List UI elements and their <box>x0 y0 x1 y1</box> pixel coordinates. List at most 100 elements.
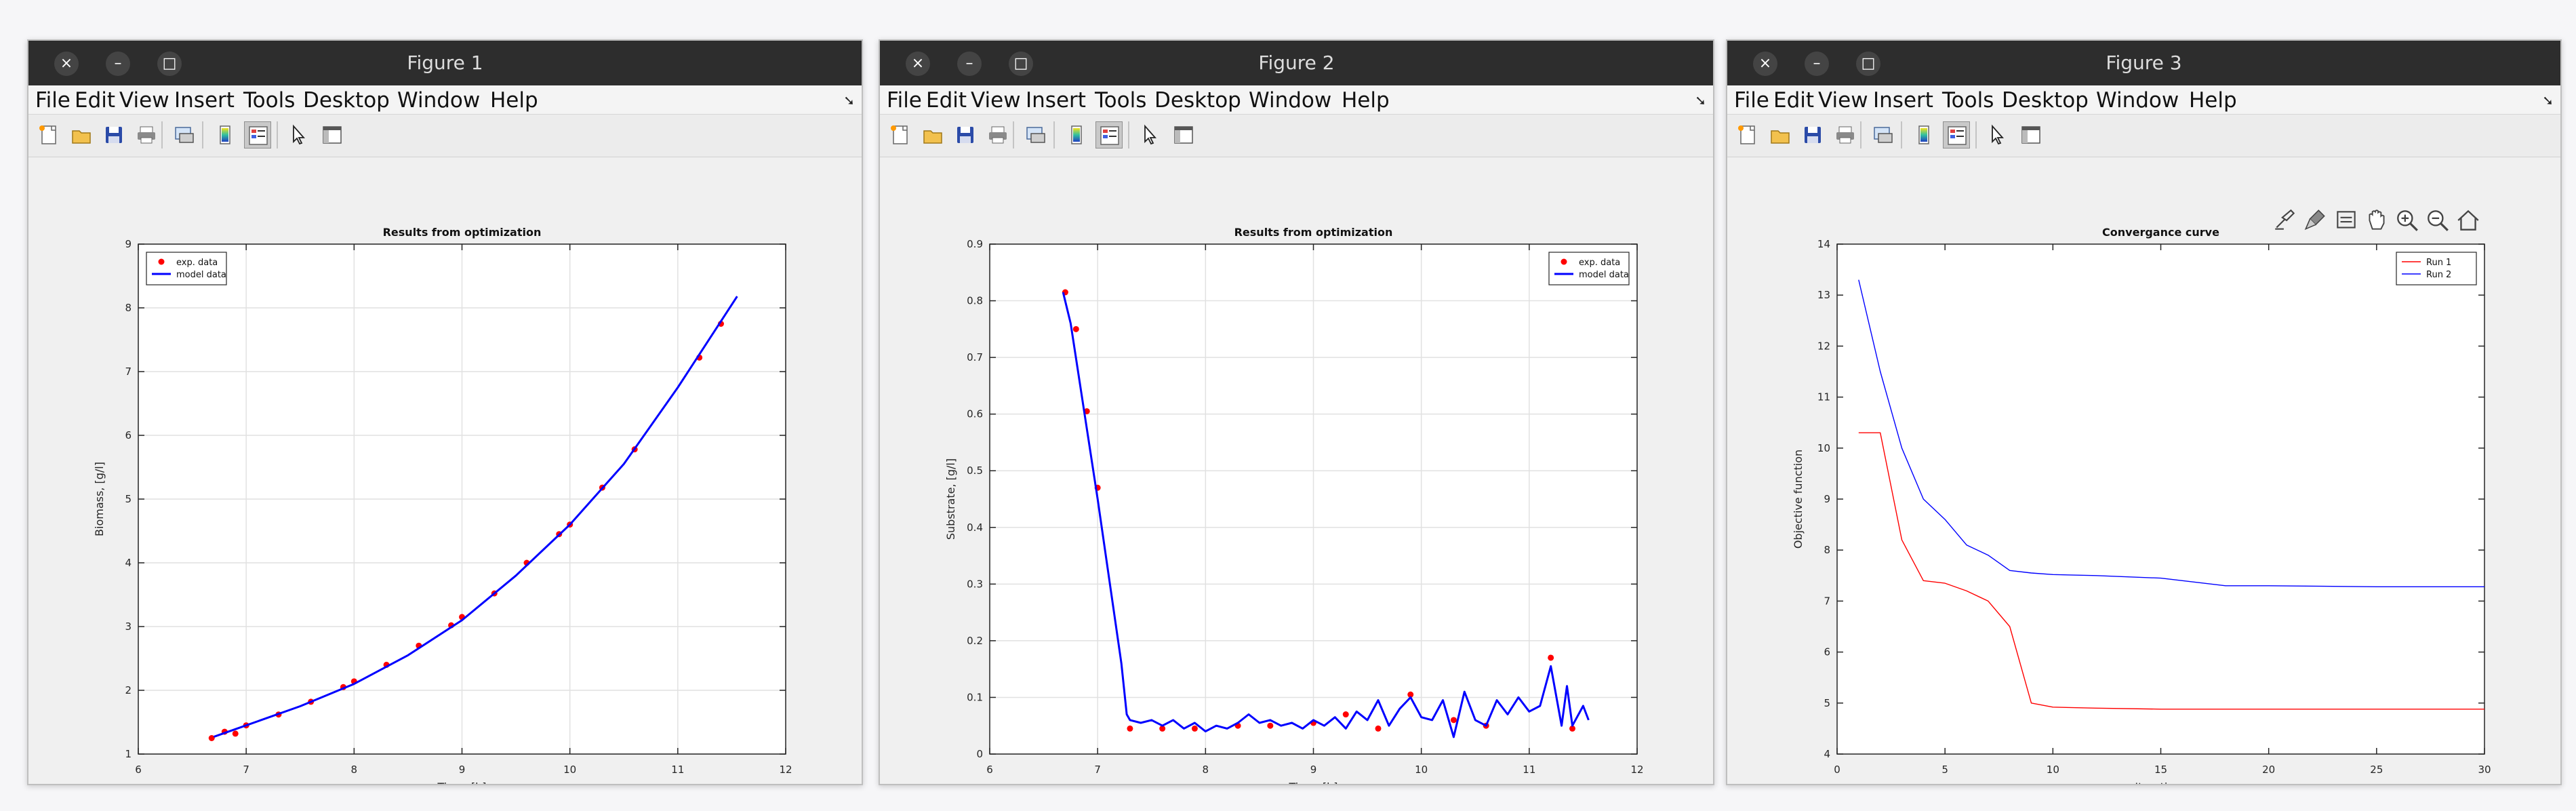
dock-figure-icon[interactable]: ➘ <box>1695 92 1706 108</box>
new-figure-button[interactable] <box>887 121 914 149</box>
figure-window-3: × – □ Figure 3 File Edit View Insert Tools Deskto… <box>1726 39 2562 785</box>
link-plot-button[interactable] <box>1870 121 1897 149</box>
x-tick-label: 20 <box>2262 764 2275 776</box>
open-file-button[interactable] <box>68 121 95 149</box>
y-tick-label: 5 <box>125 493 132 505</box>
menu-window[interactable]: Window <box>397 88 480 113</box>
menu-edit[interactable]: Edit <box>75 88 115 113</box>
toolbar-separator <box>1053 121 1055 149</box>
property-inspector-button[interactable] <box>319 121 346 149</box>
x-tick-label: 7 <box>243 764 249 776</box>
data-point-exp-data <box>1267 722 1274 729</box>
link-plot-button[interactable] <box>1022 121 1049 149</box>
data-tips-button[interactable] <box>2333 207 2359 233</box>
x-tick-label: 0 <box>1834 764 1840 776</box>
insert-colorbar-button[interactable] <box>212 121 239 149</box>
brush-icon <box>2304 210 2325 231</box>
open-file-button[interactable] <box>919 121 946 149</box>
edit-plot-cursor-button[interactable] <box>285 121 312 149</box>
x-tick-label: 10 <box>563 764 576 776</box>
zoom-out-button[interactable] <box>2425 207 2451 233</box>
open-file-button[interactable] <box>1767 121 1794 149</box>
y-tick-label: 6 <box>125 429 132 441</box>
x-tick-label: 6 <box>135 764 142 776</box>
y-tick-label: 0.9 <box>967 238 983 250</box>
print-button[interactable] <box>984 121 1011 149</box>
menu-desktop[interactable]: Desktop <box>2002 88 2089 113</box>
menu-view[interactable]: View <box>971 88 1021 113</box>
y-tick-label: 8 <box>125 302 132 314</box>
window-titlebar[interactable]: × – □ Figure 3 <box>1727 41 2560 85</box>
edit-plot-cursor-button[interactable] <box>1136 121 1163 149</box>
window-titlebar[interactable]: × – □ Figure 2 <box>880 41 1713 85</box>
property-inspector-button[interactable] <box>1170 121 1197 149</box>
x-tick-label: 11 <box>671 764 684 776</box>
menu-tools[interactable]: Tools <box>1942 88 1994 113</box>
menu-desktop[interactable]: Desktop <box>303 88 390 113</box>
dock-figure-icon[interactable]: ➘ <box>2542 92 2554 108</box>
x-axis-label: Time, [h] <box>1289 780 1338 784</box>
x-tick-label: 9 <box>1310 764 1317 776</box>
menu-file[interactable]: File <box>1734 88 1769 113</box>
toolbar-separator <box>1013 121 1014 149</box>
menu-window[interactable]: Window <box>2096 88 2179 113</box>
legend-label: exp. data <box>176 258 218 268</box>
menu-insert[interactable]: Insert <box>1026 88 1086 113</box>
insert-legend-button[interactable] <box>244 121 271 149</box>
menu-file[interactable]: File <box>887 88 922 113</box>
y-tick-label: 0.1 <box>967 691 983 703</box>
window-titlebar[interactable]: × – □ Figure 1 <box>28 41 862 85</box>
property-inspector-button[interactable] <box>2017 121 2045 149</box>
legend[interactable]: Run 1 Run 2 <box>2396 252 2477 285</box>
zoom-in-button[interactable] <box>2394 207 2420 233</box>
insert-colorbar-button[interactable] <box>1910 121 1937 149</box>
menu-edit[interactable]: Edit <box>926 88 967 113</box>
x-tick-label: 5 <box>1941 764 1948 776</box>
menu-help[interactable]: Help <box>490 88 538 113</box>
menu-window[interactable]: Window <box>1249 88 1331 113</box>
figure-toolbar <box>28 115 862 157</box>
export-axes-button[interactable] <box>2272 207 2298 233</box>
toolbar-separator <box>161 121 163 149</box>
menu-tools[interactable]: Tools <box>1095 88 1146 113</box>
chart-title: Results from optimization <box>383 226 542 239</box>
insert-colorbar-button[interactable] <box>1063 121 1090 149</box>
new-figure-button[interactable] <box>1734 121 1761 149</box>
menu-help[interactable]: Help <box>2189 88 2237 113</box>
menu-edit[interactable]: Edit <box>1773 88 1814 113</box>
legend[interactable]: exp. data model data <box>146 252 227 285</box>
legend[interactable]: exp. data model data <box>1548 252 1630 285</box>
insert-legend-button[interactable] <box>1095 121 1123 149</box>
new-figure-icon <box>891 125 908 144</box>
menu-desktop[interactable]: Desktop <box>1154 88 1241 113</box>
save-button[interactable] <box>952 121 979 149</box>
menu-view[interactable]: View <box>1818 88 1868 113</box>
menu-view[interactable]: View <box>119 88 169 113</box>
menu-insert[interactable]: Insert <box>174 88 235 113</box>
menu-insert[interactable]: Insert <box>1873 88 1933 113</box>
insert-legend-button[interactable] <box>1943 121 1970 149</box>
link-plot-button[interactable] <box>171 121 198 149</box>
save-button[interactable] <box>1799 121 1826 149</box>
print-button[interactable] <box>133 121 160 149</box>
edit-plot-cursor-button[interactable] <box>1984 121 2011 149</box>
toolbar-separator <box>1860 121 1861 149</box>
new-figure-button[interactable] <box>35 121 62 149</box>
menu-file[interactable]: File <box>35 88 71 113</box>
y-tick-label: 0.7 <box>967 351 983 363</box>
print-button[interactable] <box>1832 121 1859 149</box>
zoom-in-icon <box>2397 210 2418 231</box>
menu-help[interactable]: Help <box>1342 88 1390 113</box>
menu-bar: File Edit View Insert Tools Desktop Window Help… <box>28 85 862 115</box>
brush-button[interactable] <box>2303 207 2329 233</box>
menu-tools[interactable]: Tools <box>243 88 295 113</box>
link-plot-icon <box>175 127 194 143</box>
y-tick-label: 13 <box>1817 289 1830 301</box>
open-file-icon <box>1771 130 1790 144</box>
save-button[interactable] <box>100 121 127 149</box>
pan-button[interactable] <box>2364 207 2390 233</box>
restore-view-button[interactable] <box>2455 207 2481 233</box>
dock-figure-icon[interactable]: ➘ <box>843 92 855 108</box>
insert-legend-icon <box>249 126 268 145</box>
y-tick-label: 3 <box>125 620 132 633</box>
